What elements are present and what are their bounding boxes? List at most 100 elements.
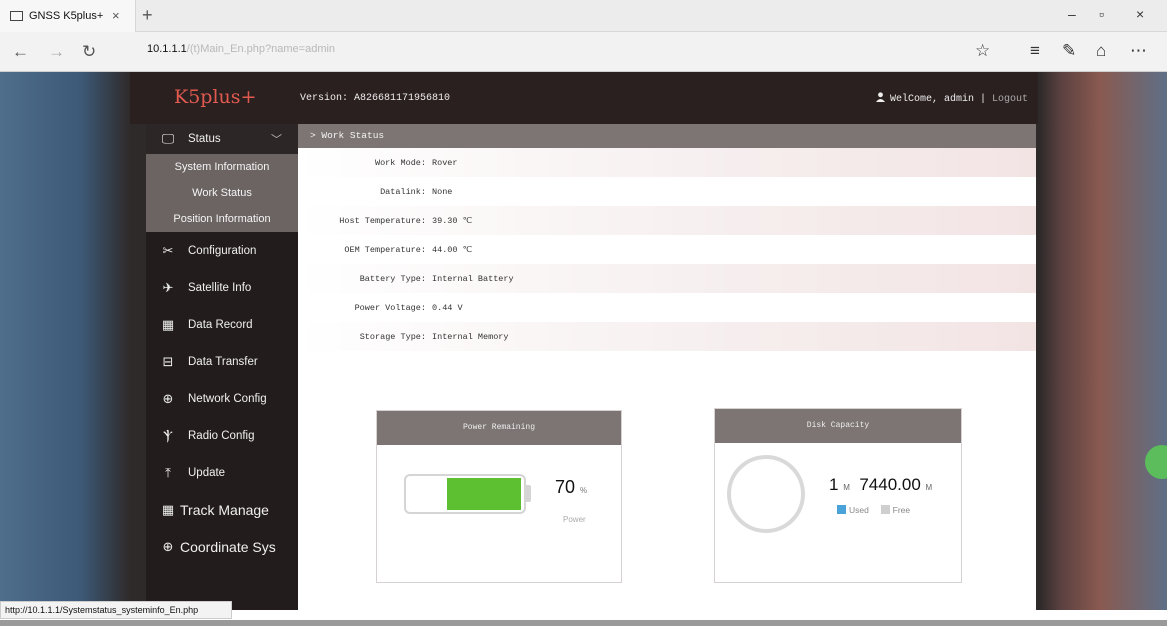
- upload-icon: ⤒: [165, 464, 171, 480]
- web-note-icon[interactable]: ✎: [1062, 41, 1076, 61]
- welcome-area: WelCome, admin | Logout: [875, 92, 1028, 105]
- info-value: 0.44 V: [432, 303, 463, 313]
- info-label: Storage Type:: [359, 332, 426, 342]
- info-label: Datalink:: [380, 187, 426, 197]
- sidebar-item-configuration[interactable]: ✂ Configuration: [146, 232, 298, 269]
- back-arrow-icon[interactable]: ←: [12, 42, 29, 62]
- sidebar-item-label: Configuration: [188, 244, 257, 257]
- power-value: 70: [555, 477, 576, 497]
- disk-legend: Used Free: [837, 505, 910, 515]
- favorite-star-icon[interactable]: ☆: [975, 41, 990, 61]
- info-value: None: [432, 187, 453, 197]
- hub-icon[interactable]: ≡: [1030, 41, 1040, 61]
- submenu-system-information[interactable]: System Information: [146, 154, 298, 180]
- transfer-icon: ⊟: [162, 353, 174, 369]
- share-icon[interactable]: ⌂: [1096, 41, 1106, 61]
- globe-icon: ⊕: [162, 390, 174, 406]
- legend-free-label: Free: [892, 505, 911, 515]
- browser-status-url: http://10.1.1.1/Systemstatus_systeminfo_…: [0, 601, 232, 619]
- url-host: 10.1.1.1: [147, 43, 187, 55]
- work-status-list: Work Mode: Rover Datalink: None Host Tem…: [298, 148, 1036, 351]
- info-value: 39.30 ℃: [432, 216, 473, 226]
- sidebar-item-data-transfer[interactable]: ⊟ Data Transfer: [146, 343, 298, 380]
- power-unit: %: [580, 486, 588, 495]
- battery-icon: [404, 474, 526, 514]
- info-row: Power Voltage: 0.44 V: [298, 293, 1036, 322]
- info-label: Power Voltage:: [354, 303, 426, 313]
- disk-capacity-card: Disk Capacity 1 M 7440.00 M Used Free: [714, 408, 962, 583]
- window-close-icon[interactable]: ×: [1136, 6, 1144, 22]
- info-value: Internal Memory: [432, 332, 509, 342]
- info-label: OEM Temperature:: [344, 245, 426, 255]
- status-submenu: System Information Work Status Position …: [146, 154, 298, 232]
- legend-free-swatch: [880, 505, 890, 514]
- restore-icon[interactable]: ▫: [1099, 6, 1104, 22]
- info-row: Work Mode: Rover: [298, 148, 1036, 177]
- disk-values: 1 M 7440.00 M: [829, 475, 932, 495]
- disk-used-unit: M: [843, 483, 850, 492]
- sidebar-item-label: Data Transfer: [188, 355, 258, 368]
- power-percent: 70 %: [555, 477, 587, 498]
- battery-level-fill: [447, 478, 521, 510]
- info-value: Rover: [432, 158, 458, 168]
- sidebar-item-update[interactable]: ⤒ Update: [146, 454, 298, 491]
- sidebar-item-satellite-info[interactable]: ✈ Satellite Info: [146, 269, 298, 306]
- new-tab-icon[interactable]: +: [142, 5, 153, 26]
- legend-used-swatch: [837, 505, 846, 514]
- page-background: K5plus+ Version: A826681171956810 WelCom…: [0, 72, 1167, 610]
- address-bar[interactable]: 10.1.1.1/(t)Main_En.php?name=admin: [147, 43, 335, 55]
- sidebar: 🖵 Status ﹀ System Information Work Statu…: [146, 124, 298, 610]
- sidebar-item-status[interactable]: 🖵 Status ﹀: [146, 124, 298, 154]
- sidebar-item-network-config[interactable]: ⊕ Network Config: [146, 380, 298, 417]
- forward-arrow-icon[interactable]: →: [48, 42, 65, 62]
- antenna-icon: Ⲯ: [163, 427, 173, 443]
- more-icon[interactable]: ⋯: [1130, 41, 1147, 61]
- submenu-work-status[interactable]: Work Status: [146, 180, 298, 206]
- info-row: Datalink: None: [298, 177, 1036, 206]
- info-row: Storage Type: Internal Memory: [298, 322, 1036, 351]
- sidebar-item-track-manage[interactable]: ▦ Track Manage: [146, 491, 298, 528]
- header-separator: |: [973, 94, 992, 105]
- version-text: Version: A826681171956810: [300, 93, 451, 104]
- main-content: > Work Status Work Mode: Rover Datalink:…: [298, 124, 1036, 610]
- user-icon: [875, 92, 885, 102]
- browser-tab[interactable]: GNSS K5plus+ ×: [0, 0, 136, 32]
- calendar-icon: ▦: [161, 501, 175, 517]
- info-label: Battery Type:: [359, 274, 426, 284]
- sidebar-item-radio-config[interactable]: Ⲯ Radio Config: [146, 417, 298, 454]
- info-row: Host Temperature: 39.30 ℃: [298, 206, 1036, 235]
- minimize-icon[interactable]: –: [1068, 6, 1076, 22]
- sidebar-item-label: Radio Config: [188, 429, 255, 442]
- info-value: Internal Battery: [432, 274, 514, 284]
- refresh-icon[interactable]: ↻: [82, 42, 96, 62]
- page-title: > Work Status: [298, 124, 1036, 148]
- power-card-title: Power Remaining: [377, 411, 621, 445]
- submenu-position-information[interactable]: Position Information: [146, 206, 298, 232]
- welcome-text: WelCome, admin: [889, 94, 974, 105]
- info-value: 44.00 ℃: [432, 245, 473, 255]
- calendar-icon: ▦: [161, 316, 175, 332]
- info-row: Battery Type: Internal Battery: [298, 264, 1036, 293]
- disk-free-value: 7440.00: [859, 475, 921, 494]
- info-row: OEM Temperature: 44.00 ℃: [298, 235, 1036, 264]
- sidebar-item-label: Data Record: [188, 318, 253, 331]
- sidebar-item-label: Update: [188, 466, 226, 479]
- sidebar-item-data-record[interactable]: ▦ Data Record: [146, 306, 298, 343]
- info-label: Host Temperature:: [339, 216, 426, 226]
- sidebar-item-label: Network Config: [188, 392, 267, 405]
- battery-cap: [526, 485, 531, 502]
- browser-tab-bar: GNSS K5plus+ × + – ▫ ×: [0, 0, 1167, 32]
- logout-link[interactable]: Logout: [992, 94, 1028, 105]
- info-label: Work Mode:: [374, 158, 426, 168]
- sidebar-item-label: Status: [188, 133, 221, 145]
- sidebar-item-coordinate-sys[interactable]: ⊕ Coordinate Sys: [146, 528, 298, 565]
- sidebar-item-label: Coordinate Sys: [180, 538, 276, 555]
- disk-card-title: Disk Capacity: [715, 409, 961, 443]
- browser-nav-bar: ← → ↻ 10.1.1.1/(t)Main_En.php?name=admin…: [0, 32, 1167, 72]
- satellite-icon: ✈: [162, 279, 174, 295]
- sidebar-item-label: Satellite Info: [188, 281, 252, 294]
- power-remaining-card: Power Remaining 70 % Power: [376, 410, 622, 583]
- tab-close-icon[interactable]: ×: [112, 8, 120, 23]
- legend-used-label: Used: [849, 505, 869, 515]
- chevron-down-icon: ﹀: [271, 134, 282, 146]
